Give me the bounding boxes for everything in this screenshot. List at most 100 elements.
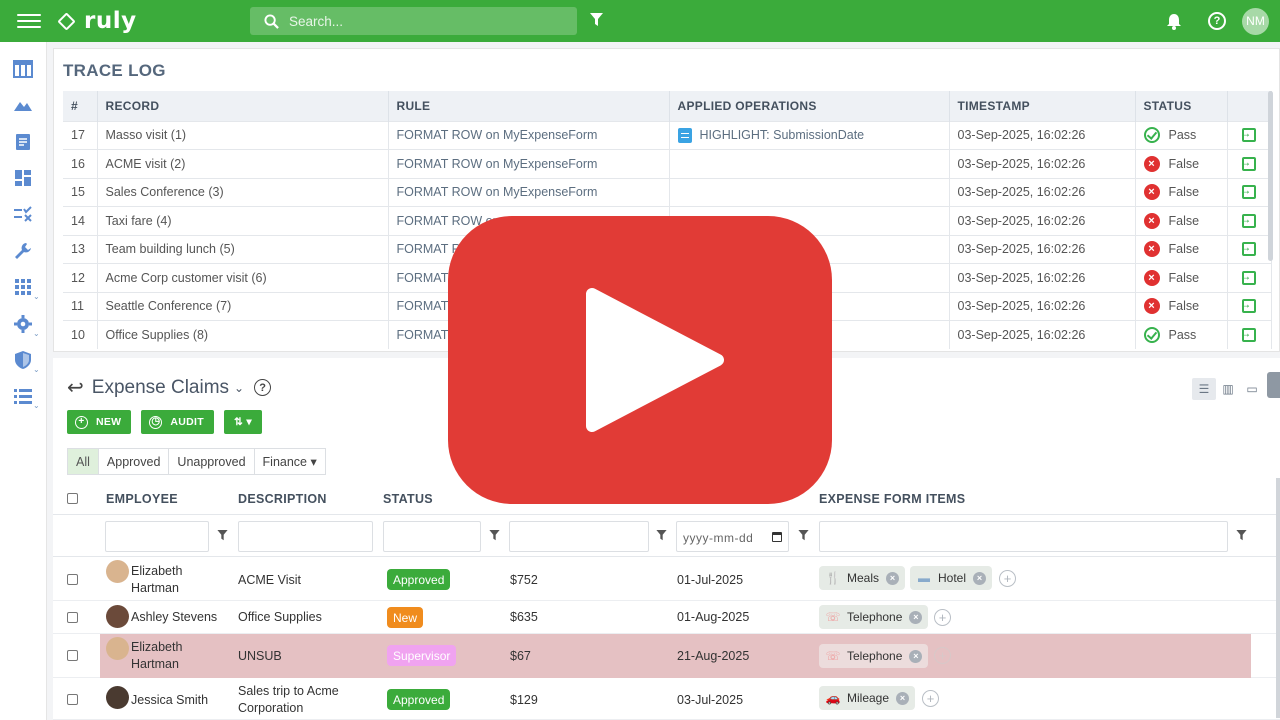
row-checkbox[interactable] <box>67 650 78 661</box>
video-play-button[interactable] <box>448 216 832 504</box>
row-checkbox[interactable] <box>67 694 78 705</box>
table-row[interactable]: Elizabeth Hartman UNSUB Supervisor $67 21… <box>53 634 1280 678</box>
remove-icon[interactable]: × <box>896 691 910 705</box>
filter-icon[interactable] <box>217 530 228 541</box>
scrollbar[interactable] <box>1276 478 1280 718</box>
column-header[interactable]: RECORD <box>97 91 389 121</box>
open-record-icon[interactable] <box>1240 297 1256 314</box>
remove-icon[interactable]: × <box>886 571 900 585</box>
open-record-icon[interactable] <box>1240 326 1256 342</box>
column-header-description[interactable]: DESCRIPTION <box>238 492 327 506</box>
table-row[interactable]: Ashley Stevens Office Supplies New $635 … <box>53 601 1280 634</box>
expense-item-chip[interactable]: ☏ Telephone × <box>819 605 929 629</box>
calendar-view-icon[interactable]: ▭ <box>1240 378 1264 400</box>
open-record-icon[interactable] <box>1240 155 1256 171</box>
status-filter-input[interactable] <box>383 521 481 552</box>
trace-row[interactable]: 15 Sales Conference (3) FORMAT ROW on MyEx… <box>63 177 1272 207</box>
trace-row[interactable]: 16 ACME visit (2) FORMAT ROW on MyExpenseF… <box>63 149 1272 178</box>
filter-icon[interactable] <box>798 530 809 541</box>
select-all-checkbox[interactable] <box>67 493 78 504</box>
bell-icon[interactable] <box>1166 13 1182 30</box>
expense-item-chip[interactable]: ▬ Hotel × <box>910 566 993 590</box>
telephone-icon: ☏ <box>825 649 841 663</box>
status-cell: × False <box>1135 291 1228 321</box>
expense-item-chip[interactable]: 🚗 Mileage × <box>819 686 916 710</box>
filter-icon[interactable] <box>656 530 667 541</box>
chevron-down-icon[interactable]: ⌄ <box>234 381 244 395</box>
add-item-icon[interactable]: + <box>922 690 939 707</box>
column-header-status[interactable]: STATUS <box>383 492 433 506</box>
remove-icon[interactable]: × <box>909 649 923 663</box>
employee-name: Ashley Stevens <box>131 610 218 624</box>
filter-all[interactable]: All <box>68 449 99 474</box>
document-icon[interactable] <box>13 132 33 152</box>
back-arrow-icon[interactable]: ↩ <box>67 375 84 400</box>
open-record-icon[interactable] <box>1240 240 1256 257</box>
wrench-icon[interactable] <box>13 241 33 261</box>
employee-filter-input[interactable] <box>105 521 209 552</box>
date-cell: 01-Jul-2025 <box>677 573 744 587</box>
table-icon[interactable] <box>13 59 33 79</box>
audit-button[interactable]: ◷ AUDIT <box>141 410 214 434</box>
user-avatar[interactable]: NM <box>1242 7 1269 35</box>
items-filter-input[interactable] <box>819 521 1228 552</box>
search-input[interactable] <box>289 13 549 29</box>
remove-icon[interactable]: × <box>909 610 923 624</box>
column-header[interactable]: APPLIED OPERATIONS <box>669 91 950 121</box>
open-record-icon[interactable] <box>1240 126 1256 143</box>
record-cell: Sales Conference (3) <box>97 177 389 207</box>
filter-finance[interactable]: Finance ▾ <box>255 449 325 474</box>
employee-name: Elizabeth Hartman <box>131 640 183 671</box>
description-filter-input[interactable] <box>238 521 373 552</box>
chart-icon[interactable] <box>13 95 33 115</box>
help-icon[interactable]: ? <box>1208 12 1226 30</box>
chip-label: Meals <box>847 571 880 585</box>
search-box[interactable] <box>250 7 577 35</box>
column-header-employee[interactable]: EMPLOYEE <box>106 492 178 506</box>
record-cell: Seattle Conference (7) <box>97 291 389 321</box>
column-header[interactable]: TIMESTAMP <box>949 91 1136 121</box>
new-button[interactable]: + NEW <box>67 410 132 434</box>
settings-icon[interactable] <box>13 314 33 334</box>
column-header-expense-items[interactable]: EXPENSE FORM ITEMS <box>819 492 965 506</box>
expense-item-chip[interactable]: ☏ Telephone × <box>819 644 929 668</box>
rules-icon[interactable] <box>13 204 33 224</box>
amount-filter-input[interactable] <box>509 521 649 552</box>
table-row[interactable]: Elizabeth Hartman ACME Visit Approved $75… <box>53 558 1280 601</box>
row-checkbox[interactable] <box>67 574 78 585</box>
settings-icon[interactable] <box>1267 372 1280 398</box>
list-view-icon[interactable]: ☰ <box>1192 378 1216 400</box>
menu-icon[interactable] <box>17 12 41 30</box>
filter-approved[interactable]: Approved <box>99 449 170 474</box>
open-record-icon[interactable] <box>1240 269 1256 285</box>
sort-button[interactable]: ⇅ ▾ <box>224 410 262 434</box>
app-logo[interactable]: ruly <box>57 8 137 34</box>
filter-icon[interactable] <box>489 530 500 541</box>
scrollbar[interactable] <box>1268 91 1273 261</box>
open-record-icon[interactable] <box>1240 212 1256 228</box>
shield-icon[interactable] <box>13 350 33 370</box>
filter-icon[interactable] <box>1236 530 1247 541</box>
remove-icon[interactable]: × <box>973 571 987 585</box>
page-title[interactable]: Expense Claims <box>92 377 229 399</box>
add-item-icon[interactable]: + <box>999 570 1016 587</box>
column-header[interactable]: RULE <box>388 91 670 121</box>
row-checkbox[interactable] <box>67 612 78 623</box>
open-record-icon[interactable] <box>1240 183 1256 200</box>
help-icon[interactable]: ? <box>254 379 272 396</box>
list-icon[interactable] <box>13 386 33 406</box>
add-item-icon[interactable]: + <box>934 647 951 664</box>
dashboard-icon[interactable] <box>13 168 33 188</box>
add-item-icon[interactable]: + <box>934 609 951 626</box>
column-header[interactable]: # <box>63 91 98 121</box>
table-row[interactable]: Jessica Smith Sales trip to Acme Corporat… <box>53 678 1280 720</box>
calendar-icon[interactable] <box>772 532 782 542</box>
expense-item-chip[interactable]: 🍴 Meals × <box>819 566 906 590</box>
apps-icon[interactable] <box>13 277 33 297</box>
date-filter-input[interactable]: yyyy-mm-dd <box>676 521 789 552</box>
filter-unapproved[interactable]: Unapproved <box>169 449 255 474</box>
trace-row[interactable]: 17 Masso visit (1) FORMAT ROW on MyExpense… <box>63 120 1272 150</box>
column-view-icon[interactable]: ▥ <box>1216 378 1240 400</box>
filter-icon[interactable] <box>590 13 603 27</box>
column-header[interactable]: STATUS <box>1135 91 1228 121</box>
